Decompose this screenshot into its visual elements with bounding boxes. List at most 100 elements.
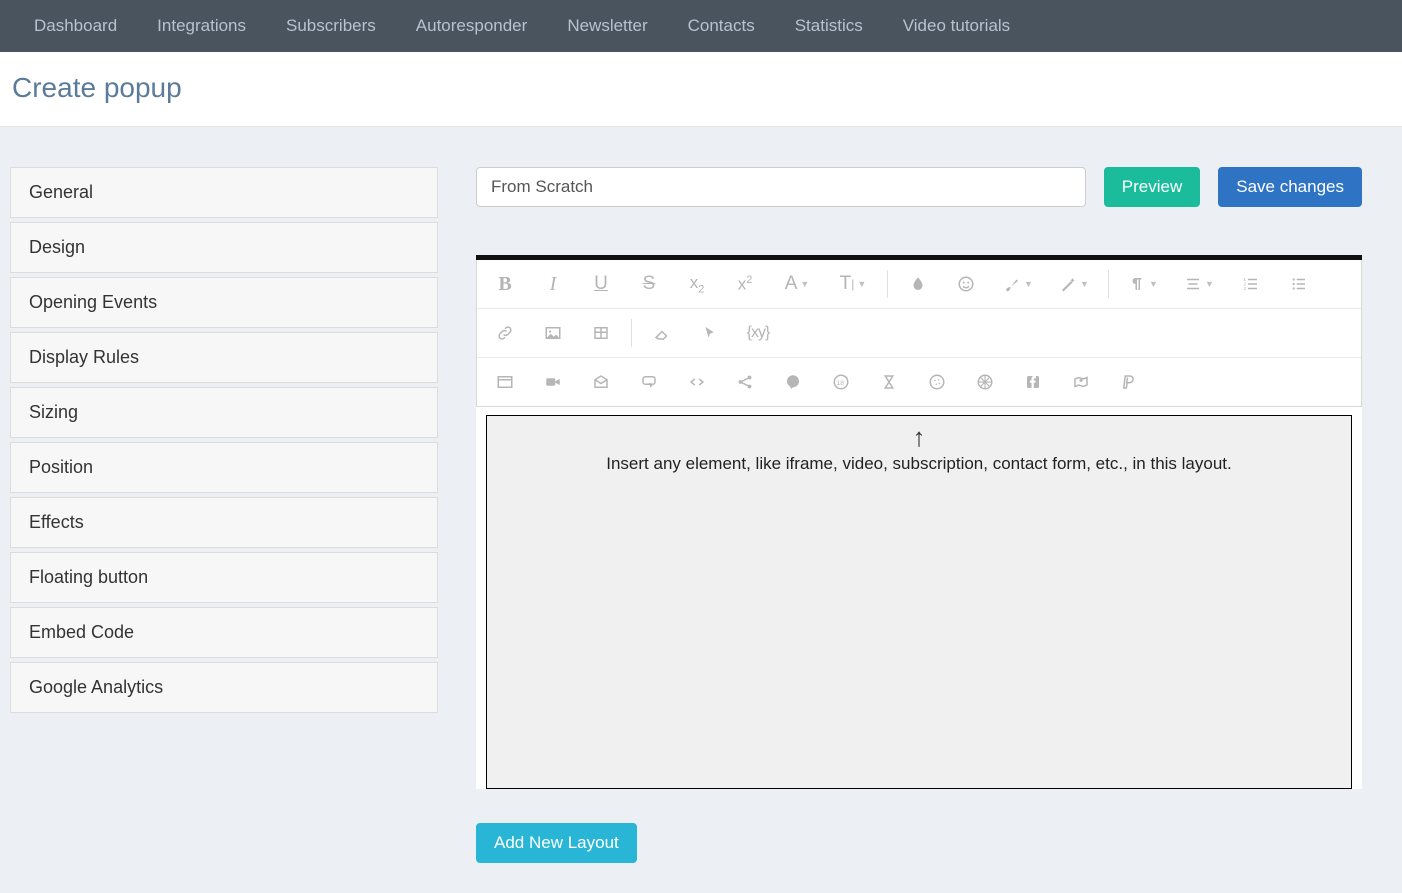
emoji-button[interactable]: [942, 266, 990, 302]
ordered-list-button[interactable]: 123: [1227, 266, 1275, 302]
eraser-icon: [653, 324, 671, 342]
superscript-button[interactable]: x2: [721, 266, 769, 302]
nav-integrations[interactable]: Integrations: [137, 16, 266, 36]
italic-button[interactable]: I: [529, 266, 577, 302]
insert-share-button[interactable]: [721, 364, 769, 400]
insert-subscription-button[interactable]: [577, 364, 625, 400]
text-color-button[interactable]: [894, 266, 942, 302]
editor-top-row: Preview Save changes: [476, 167, 1362, 207]
paragraph-dropdown[interactable]: ▼: [1115, 266, 1171, 302]
canvas-placeholder-text: Insert any element, like iframe, video, …: [487, 454, 1351, 474]
list-ul-icon: [1290, 275, 1308, 293]
wand-icon: [1059, 275, 1077, 293]
unordered-list-button[interactable]: [1275, 266, 1323, 302]
nav-statistics[interactable]: Statistics: [775, 16, 883, 36]
table-button[interactable]: [577, 315, 625, 351]
save-changes-button[interactable]: Save changes: [1218, 167, 1362, 207]
insert-countdown-button[interactable]: [865, 364, 913, 400]
nav-contacts[interactable]: Contacts: [668, 16, 775, 36]
pilcrow-icon: [1128, 275, 1146, 293]
sidebar-item-opening-events[interactable]: Opening Events: [10, 277, 438, 328]
link-icon: [496, 324, 514, 342]
up-arrow-icon: ↑: [487, 424, 1351, 450]
content: General Design Opening Events Display Ru…: [0, 127, 1402, 893]
nav-subscribers[interactable]: Subscribers: [266, 16, 396, 36]
sidebar-item-embed-code[interactable]: Embed Code: [10, 607, 438, 658]
age-badge-icon: 18+: [832, 373, 850, 391]
paintbrush-icon: [1003, 275, 1021, 293]
nav-autoresponder[interactable]: Autoresponder: [396, 16, 548, 36]
align-icon: [1184, 275, 1202, 293]
braces-icon: {xy}: [747, 324, 770, 342]
sidebar-item-google-analytics[interactable]: Google Analytics: [10, 662, 438, 713]
insert-facebook-button[interactable]: [1009, 364, 1057, 400]
popup-name-input[interactable]: [476, 167, 1086, 207]
page-title: Create popup: [12, 72, 1390, 104]
toolbar-row-2: {xy}: [477, 308, 1361, 357]
caret-down-icon: ▼: [857, 279, 866, 289]
nav-dashboard[interactable]: Dashboard: [14, 16, 137, 36]
eraser-button[interactable]: [638, 315, 686, 351]
envelope-open-icon: [592, 373, 610, 391]
editor-canvas[interactable]: ↑ Insert any element, like iframe, video…: [486, 415, 1352, 789]
page-title-bar: Create popup: [0, 52, 1402, 127]
insert-button-button[interactable]: [625, 364, 673, 400]
nav-video-tutorials[interactable]: Video tutorials: [883, 16, 1030, 36]
insert-age-button[interactable]: 18+: [817, 364, 865, 400]
font-family-dropdown[interactable]: A▼: [769, 266, 825, 302]
insert-spinner-button[interactable]: [961, 364, 1009, 400]
sidebar-item-general[interactable]: General: [10, 167, 438, 218]
insert-iframe-button[interactable]: [481, 364, 529, 400]
wheel-icon: [976, 373, 994, 391]
caret-down-icon: ▼: [800, 279, 809, 289]
toolbar-row-1: B I U S x2 x2 A▼ T|▼: [477, 260, 1361, 308]
sidebar-item-position[interactable]: Position: [10, 442, 438, 493]
share-icon: [736, 373, 754, 391]
svg-text:3: 3: [1244, 286, 1247, 291]
insert-video-button[interactable]: [529, 364, 577, 400]
list-ol-icon: 123: [1242, 275, 1260, 293]
cursor-icon: [701, 324, 719, 342]
image-button[interactable]: [529, 315, 577, 351]
sidebar-item-design[interactable]: Design: [10, 222, 438, 273]
nav-newsletter[interactable]: Newsletter: [547, 16, 667, 36]
insert-map-button[interactable]: [1057, 364, 1105, 400]
sidebar-item-floating-button[interactable]: Floating button: [10, 552, 438, 603]
chat-icon: [784, 373, 802, 391]
add-new-layout-button[interactable]: Add New Layout: [476, 823, 637, 863]
table-icon: [592, 324, 610, 342]
code-icon: [688, 373, 706, 391]
sidebar-item-display-rules[interactable]: Display Rules: [10, 332, 438, 383]
video-icon: [544, 373, 562, 391]
insert-cookie-button[interactable]: [913, 364, 961, 400]
underline-button[interactable]: U: [577, 266, 625, 302]
preview-button[interactable]: Preview: [1104, 167, 1200, 207]
strikethrough-button[interactable]: S: [625, 266, 673, 302]
cookie-icon: [928, 373, 946, 391]
font-size-dropdown[interactable]: T|▼: [825, 266, 881, 302]
caret-down-icon: ▼: [1080, 279, 1089, 289]
insert-paypal-button[interactable]: [1105, 364, 1153, 400]
facebook-icon: [1024, 373, 1042, 391]
droplet-icon: [909, 275, 927, 293]
image-icon: [544, 324, 562, 342]
sidebar-item-sizing[interactable]: Sizing: [10, 387, 438, 438]
paypal-icon: [1120, 373, 1138, 391]
brush-dropdown[interactable]: ▼: [990, 266, 1046, 302]
settings-sidebar: General Design Opening Events Display Ru…: [10, 167, 438, 863]
caret-down-icon: ▼: [1149, 279, 1158, 289]
sidebar-item-effects[interactable]: Effects: [10, 497, 438, 548]
svg-text:18: 18: [837, 380, 845, 387]
insert-html-button[interactable]: [673, 364, 721, 400]
caret-down-icon: ▼: [1024, 279, 1033, 289]
toolbar-separator: [631, 319, 632, 347]
select-button[interactable]: [686, 315, 734, 351]
insert-chat-button[interactable]: [769, 364, 817, 400]
link-button[interactable]: [481, 315, 529, 351]
shortcodes-button[interactable]: {xy}: [734, 315, 782, 351]
align-dropdown[interactable]: ▼: [1171, 266, 1227, 302]
subscript-button[interactable]: x2: [673, 266, 721, 302]
magic-dropdown[interactable]: ▼: [1046, 266, 1102, 302]
svg-text:+: +: [845, 375, 848, 381]
bold-button[interactable]: B: [481, 266, 529, 302]
